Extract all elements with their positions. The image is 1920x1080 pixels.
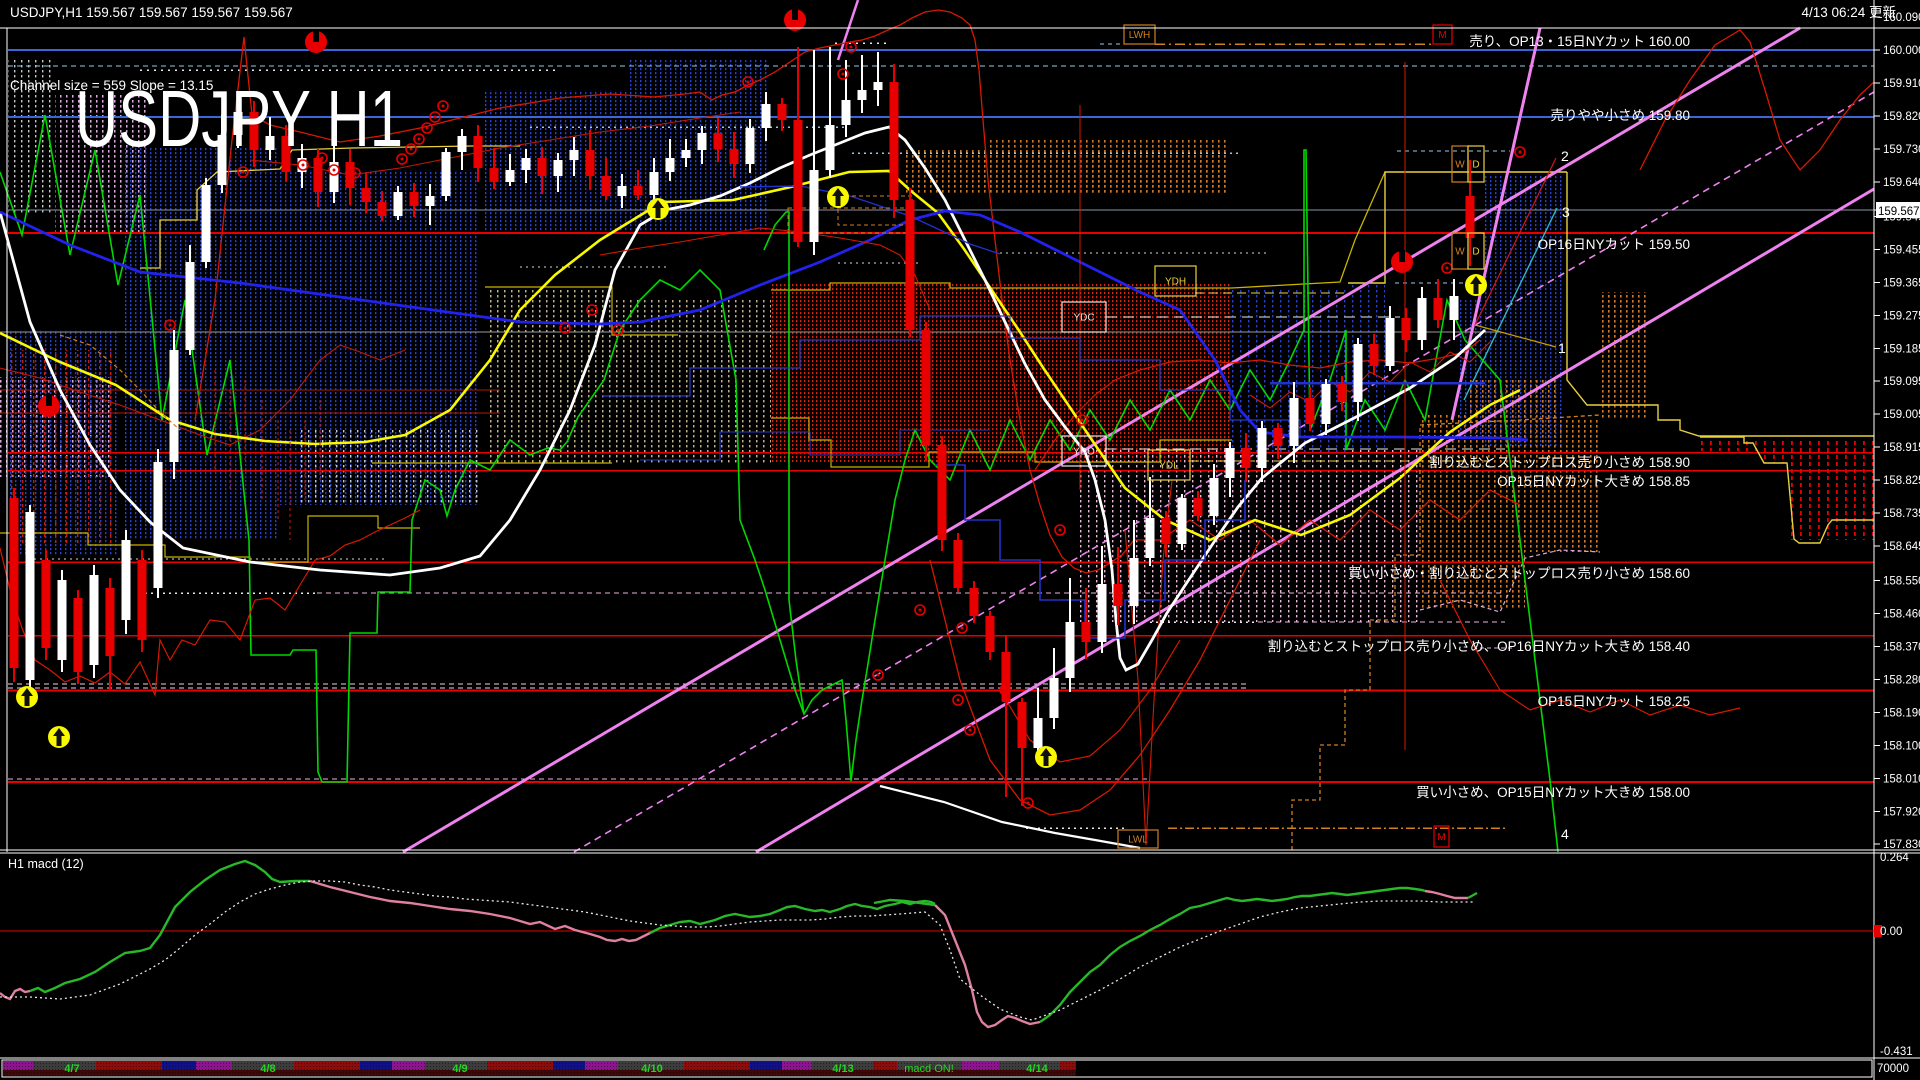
svg-text:3: 3 xyxy=(1562,204,1570,220)
svg-text:159.455: 159.455 xyxy=(1883,244,1920,256)
svg-text:159.567: 159.567 xyxy=(1878,206,1920,218)
svg-text:4: 4 xyxy=(1561,826,1569,842)
svg-text:M: M xyxy=(1438,30,1446,41)
svg-text:M: M xyxy=(1437,832,1445,843)
svg-text:159.730: 159.730 xyxy=(1883,144,1920,156)
svg-text:2: 2 xyxy=(1561,148,1569,164)
svg-text:W: W xyxy=(1455,160,1465,171)
svg-text:4/9: 4/9 xyxy=(452,1063,467,1075)
svg-text:0.264: 0.264 xyxy=(1880,852,1909,864)
svg-text:YDC: YDC xyxy=(1073,313,1094,324)
svg-text:158.190: 158.190 xyxy=(1883,707,1920,719)
svg-text:1: 1 xyxy=(1558,340,1566,356)
svg-text:Channel size = 559 Slope = 13.: Channel size = 559 Slope = 13.15 xyxy=(10,78,213,93)
svg-text:LWL: LWL xyxy=(1128,835,1148,846)
svg-text:158.280: 158.280 xyxy=(1883,675,1920,687)
svg-text:D: D xyxy=(1472,160,1479,171)
svg-text:4/8: 4/8 xyxy=(260,1063,275,1075)
svg-text:158.460: 158.460 xyxy=(1883,609,1920,621)
svg-text:160.000: 160.000 xyxy=(1883,45,1920,57)
svg-text:159.275: 159.275 xyxy=(1883,310,1920,322)
svg-text:-0.431: -0.431 xyxy=(1880,1046,1913,1058)
svg-text:OP16日NYカット 159.50: OP16日NYカット 159.50 xyxy=(1538,237,1690,252)
svg-text:158.825: 158.825 xyxy=(1883,475,1920,487)
svg-text:159.005: 159.005 xyxy=(1883,409,1920,421)
svg-text:割り込むとストップロス売り小さめ 158.90: 割り込むとストップロス売り小さめ 158.90 xyxy=(1429,454,1690,470)
svg-text:160.090: 160.090 xyxy=(1883,12,1920,24)
svg-text:割り込むとストップロス売り小さめ、OP16日NYカット大きめ: 割り込むとストップロス売り小さめ、OP16日NYカット大きめ 158.40 xyxy=(1268,638,1690,654)
svg-text:157.830: 157.830 xyxy=(1883,839,1920,851)
svg-text:4/7: 4/7 xyxy=(64,1063,79,1075)
svg-text:159.910: 159.910 xyxy=(1883,78,1920,90)
svg-text:157.920: 157.920 xyxy=(1883,806,1920,818)
svg-text:4/14: 4/14 xyxy=(1026,1063,1048,1075)
svg-text:macd ON!: macd ON! xyxy=(904,1063,954,1075)
svg-text:売り、OP13・15日NYカット 160.00: 売り、OP13・15日NYカット 160.00 xyxy=(1469,34,1690,49)
svg-text:70000: 70000 xyxy=(1877,1063,1909,1075)
svg-text:159.365: 159.365 xyxy=(1883,277,1920,289)
svg-text:159.640: 159.640 xyxy=(1883,177,1920,189)
svg-text:158.010: 158.010 xyxy=(1883,773,1920,785)
svg-text:LWH: LWH xyxy=(1129,30,1150,41)
svg-text:159.095: 159.095 xyxy=(1883,376,1920,388)
svg-text:158.735: 158.735 xyxy=(1883,508,1920,520)
svg-text:買い小さめ・割り込むとストップロス売り小さめ 158.60: 買い小さめ・割り込むとストップロス売り小さめ 158.60 xyxy=(1348,565,1690,581)
svg-text:D: D xyxy=(1472,247,1479,258)
svg-text:158.370: 158.370 xyxy=(1883,642,1920,654)
svg-text:0.00: 0.00 xyxy=(1880,926,1902,938)
svg-text:4/10: 4/10 xyxy=(641,1063,662,1075)
svg-text:158.550: 158.550 xyxy=(1883,576,1920,588)
svg-text:4/13 06:24 更新: 4/13 06:24 更新 xyxy=(1801,5,1896,20)
svg-text:YDO: YDO xyxy=(1073,447,1095,458)
svg-text:YDH: YDH xyxy=(1165,277,1186,288)
svg-text:158.100: 158.100 xyxy=(1883,740,1920,752)
svg-text:159.820: 159.820 xyxy=(1883,111,1920,123)
svg-text:H1 macd (12): H1 macd (12) xyxy=(8,857,84,871)
svg-text:W: W xyxy=(1455,247,1465,258)
svg-text:158.645: 158.645 xyxy=(1883,541,1920,553)
svg-text:OP15日NYカット大きめ 158.85: OP15日NYカット大きめ 158.85 xyxy=(1497,474,1690,489)
svg-text:159.185: 159.185 xyxy=(1883,343,1920,355)
svg-text:4/13: 4/13 xyxy=(832,1063,853,1075)
svg-text:買い小さめ、OP15日NYカット大きめ 158.00: 買い小さめ、OP15日NYカット大きめ 158.00 xyxy=(1416,785,1690,800)
svg-text:売りやや小さめ 159.80: 売りやや小さめ 159.80 xyxy=(1550,108,1690,123)
svg-text:158.915: 158.915 xyxy=(1883,442,1920,454)
svg-text:USDJPY,H1 159.567 159.567 159: USDJPY,H1 159.567 159.567 159.567 159.56… xyxy=(10,5,293,20)
svg-text:OP15日NYカット 158.25: OP15日NYカット 158.25 xyxy=(1538,694,1690,709)
svg-text:YDL: YDL xyxy=(1159,461,1179,472)
